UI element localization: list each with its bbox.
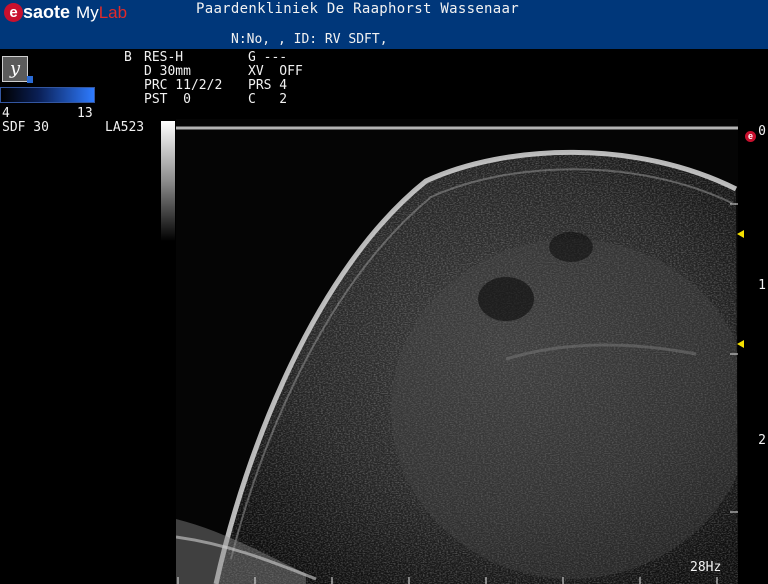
probe-label: LA523 <box>105 120 145 135</box>
product-name: MyLab <box>76 2 128 22</box>
xview-param: XV OFF <box>248 64 303 79</box>
prc-param: PRC 11/2/2 <box>144 78 223 93</box>
depth-param: D 30mm <box>144 64 191 79</box>
pst-param: PST 0 <box>144 92 191 107</box>
depth-mark-1: 1 <box>758 278 766 293</box>
freq-high-label: 13 <box>77 106 93 121</box>
brand-name: saote <box>23 2 71 22</box>
gain-param: G --- <box>248 50 288 65</box>
gain-colorbar <box>0 87 95 103</box>
patient-info: N:No, , ID: RV SDFT, <box>231 32 388 47</box>
c-param: C 2 <box>248 92 288 107</box>
y-logo-icon: y <box>2 56 33 83</box>
grayscale-bar <box>161 121 175 241</box>
depth-mark-0: 0 <box>758 124 766 139</box>
prs-param: PRS 4 <box>248 78 288 93</box>
ultrasound-image <box>176 119 738 584</box>
preset-label: SDF 30 <box>2 120 49 135</box>
depth-mark-2: 2 <box>758 433 766 448</box>
esaote-mylab-logo: e saote MyLab <box>4 2 127 24</box>
focus-marker[interactable] <box>737 230 744 238</box>
header-bar: e saote MyLab Paardenkliniek De Raaphorst … <box>0 0 768 49</box>
clinic-name: Paardenkliniek De Raaphorst Wassenaar <box>196 1 519 17</box>
probe-orientation-icon: e <box>745 131 756 142</box>
resolution-param: RES-H <box>144 50 184 65</box>
esaote-logo-icon: e <box>4 3 23 22</box>
mode-label: B <box>124 50 132 65</box>
focus-marker[interactable] <box>737 340 744 348</box>
freq-low-label: 4 <box>2 106 10 121</box>
frame-rate: 28Hz <box>690 560 722 575</box>
